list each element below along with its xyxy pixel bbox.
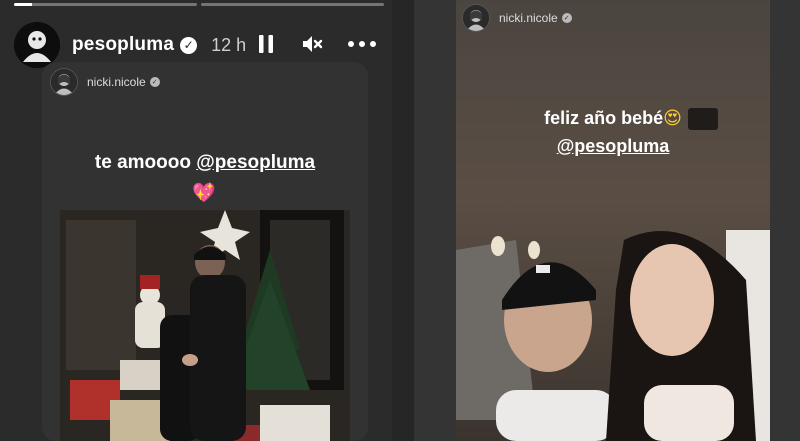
pause-icon [259, 35, 273, 53]
story-user[interactable]: nicki.nicole ✓ [462, 4, 572, 32]
reposted-username[interactable]: nicki.nicole [87, 75, 146, 89]
avatar[interactable] [462, 4, 490, 32]
verified-badge-icon: ✓ [180, 36, 198, 54]
couple-christmas-photo [60, 210, 350, 441]
reposted-user[interactable]: nicki.nicole ✓ [50, 68, 160, 96]
story-username[interactable]: nicki.nicole [499, 11, 558, 25]
more-options-button[interactable] [346, 32, 378, 56]
story-caption: feliz año bebé😍 @pesopluma [456, 104, 770, 160]
story-username[interactable]: pesopluma [72, 34, 174, 56]
mute-button[interactable] [300, 32, 324, 56]
story-photo [60, 210, 350, 441]
avatar-icon [14, 22, 60, 68]
avatar[interactable] [50, 68, 78, 96]
caption-text: te amoooo [94, 152, 197, 173]
reposted-story-card[interactable]: nicki.nicole ✓ te amoooo @pesopluma 💖 [42, 62, 368, 441]
mention-link[interactable]: @pesopluma [196, 152, 315, 173]
story-viewer-left: pesopluma ✓ 12 h nicki.nicole ✓ te amooo… [0, 0, 392, 441]
more-icon [348, 41, 376, 47]
heart-emoji-icon: 💖 [192, 183, 216, 204]
story-card[interactable]: nicki.nicole ✓ feliz año bebé😍 @pesoplum… [456, 0, 770, 441]
pause-button[interactable] [254, 32, 278, 56]
selfie-photo [456, 0, 770, 441]
verified-badge-icon: ✓ [149, 77, 160, 87]
avatar-icon [463, 5, 489, 31]
story-timestamp: 12 h [211, 34, 247, 55]
avatar[interactable] [14, 22, 60, 68]
heart-eyes-emoji-icon: 😍 [663, 108, 682, 128]
caption-text: feliz año bebé [544, 108, 664, 128]
verified-badge-icon: ✓ [561, 13, 572, 23]
story-controls [254, 32, 378, 56]
story-caption: te amoooo @pesopluma [42, 152, 368, 174]
story-edge [414, 0, 456, 441]
mute-icon [303, 36, 323, 52]
mention-link[interactable]: @pesopluma [456, 132, 770, 160]
story-edge [770, 0, 800, 441]
story-progress [14, 3, 384, 6]
progress-segment-2 [201, 3, 384, 6]
caption-line: feliz año bebé😍 [456, 104, 770, 132]
avatar-icon [51, 69, 77, 95]
progress-segment-1 [14, 3, 197, 6]
story-viewer-right: nicki.nicole ✓ feliz año bebé😍 @pesoplum… [414, 0, 800, 441]
